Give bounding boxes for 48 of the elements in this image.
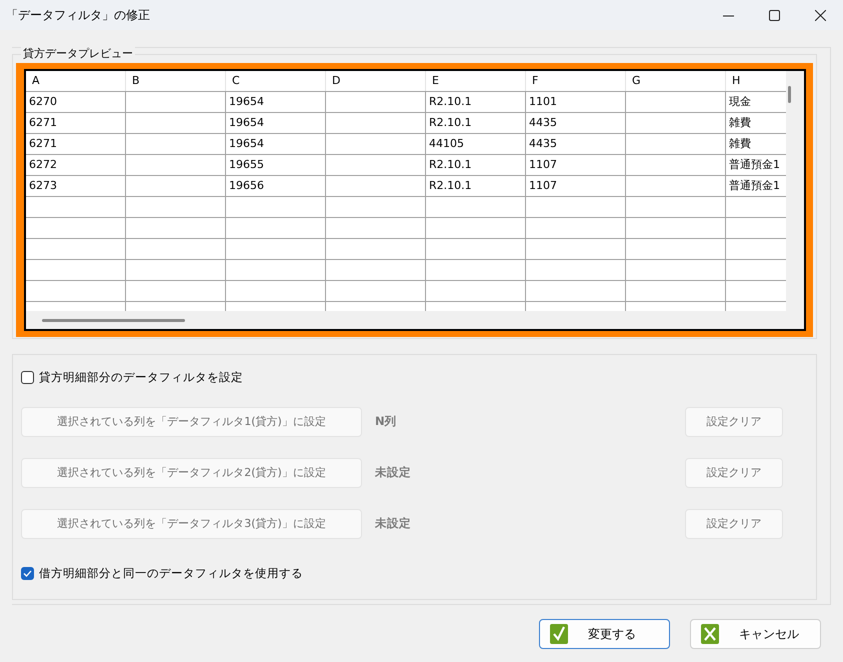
table-cell: R2.10.1: [426, 92, 526, 112]
column-header[interactable]: E: [426, 71, 526, 91]
table-cell: R2.10.1: [426, 113, 526, 133]
window-title: 「データフィルタ」の修正: [5, 7, 151, 24]
checkbox-label: 貸方明細部分のデータフィルタを設定: [39, 369, 243, 386]
table-cell: 19656: [226, 176, 326, 196]
check-icon: [550, 624, 568, 644]
close-icon: [814, 10, 826, 20]
column-header[interactable]: D: [326, 71, 426, 91]
table-cell: R2.10.1: [426, 155, 526, 175]
ok-button[interactable]: 変更する: [539, 619, 670, 649]
table-cell: 雑費: [726, 134, 786, 154]
column-header[interactable]: F: [526, 71, 626, 91]
table-cell: 44105: [426, 134, 526, 154]
table-cell: 1107: [526, 155, 626, 175]
table-cell: 19654: [226, 113, 326, 133]
column-header[interactable]: A: [26, 71, 126, 91]
table-cell: 1101: [526, 92, 626, 112]
checkbox[interactable]: [21, 371, 34, 384]
table-cell: 6270: [26, 92, 126, 112]
table-cell: 普通預金1: [726, 176, 786, 196]
table-cell: 4435: [526, 113, 626, 133]
table-cell: 1107: [526, 176, 626, 196]
filter-value: 未設定: [375, 515, 412, 532]
table-cell: 19654: [226, 134, 326, 154]
cancel-button[interactable]: キャンセル: [690, 619, 821, 649]
table-cell: 19655: [226, 155, 326, 175]
table-cell: 6273: [26, 176, 126, 196]
checkbox[interactable]: [21, 567, 34, 580]
table-cell: 19654: [226, 92, 326, 112]
checkbox-label: 借方明細部分と同一のデータフィルタを使用する: [39, 565, 303, 582]
cross-icon: [701, 624, 719, 644]
horizontal-scrollbar[interactable]: [42, 319, 185, 322]
filter-value: 未設定: [375, 464, 412, 482]
table-cell: 4435: [526, 134, 626, 154]
table-cell: 6272: [26, 155, 126, 175]
table-cell: R2.10.1: [426, 176, 526, 196]
maximize-icon: [768, 10, 780, 20]
column-header[interactable]: C: [226, 71, 326, 91]
table-cell: 普通預金1: [726, 155, 786, 175]
table-cell: 6271: [26, 134, 126, 154]
column-header[interactable]: G: [626, 71, 726, 91]
vertical-scrollbar[interactable]: [788, 86, 791, 103]
column-header[interactable]: B: [126, 71, 226, 91]
table-cell: 6271: [26, 113, 126, 133]
data-grid[interactable]: A B C D E F G H 6270 19654 R2.10.1 1101 現金 6271 19654 R2.10.1 4435 雑費 6271 19654 44105 4435 雑費 6272 19655 R2.10.1 1107 普通預金1 6273 19656 R2.10.1 1107 普通預金1: [24, 69, 806, 331]
table-cell: 雑費: [726, 113, 786, 133]
filter-value: N列: [375, 413, 398, 430]
